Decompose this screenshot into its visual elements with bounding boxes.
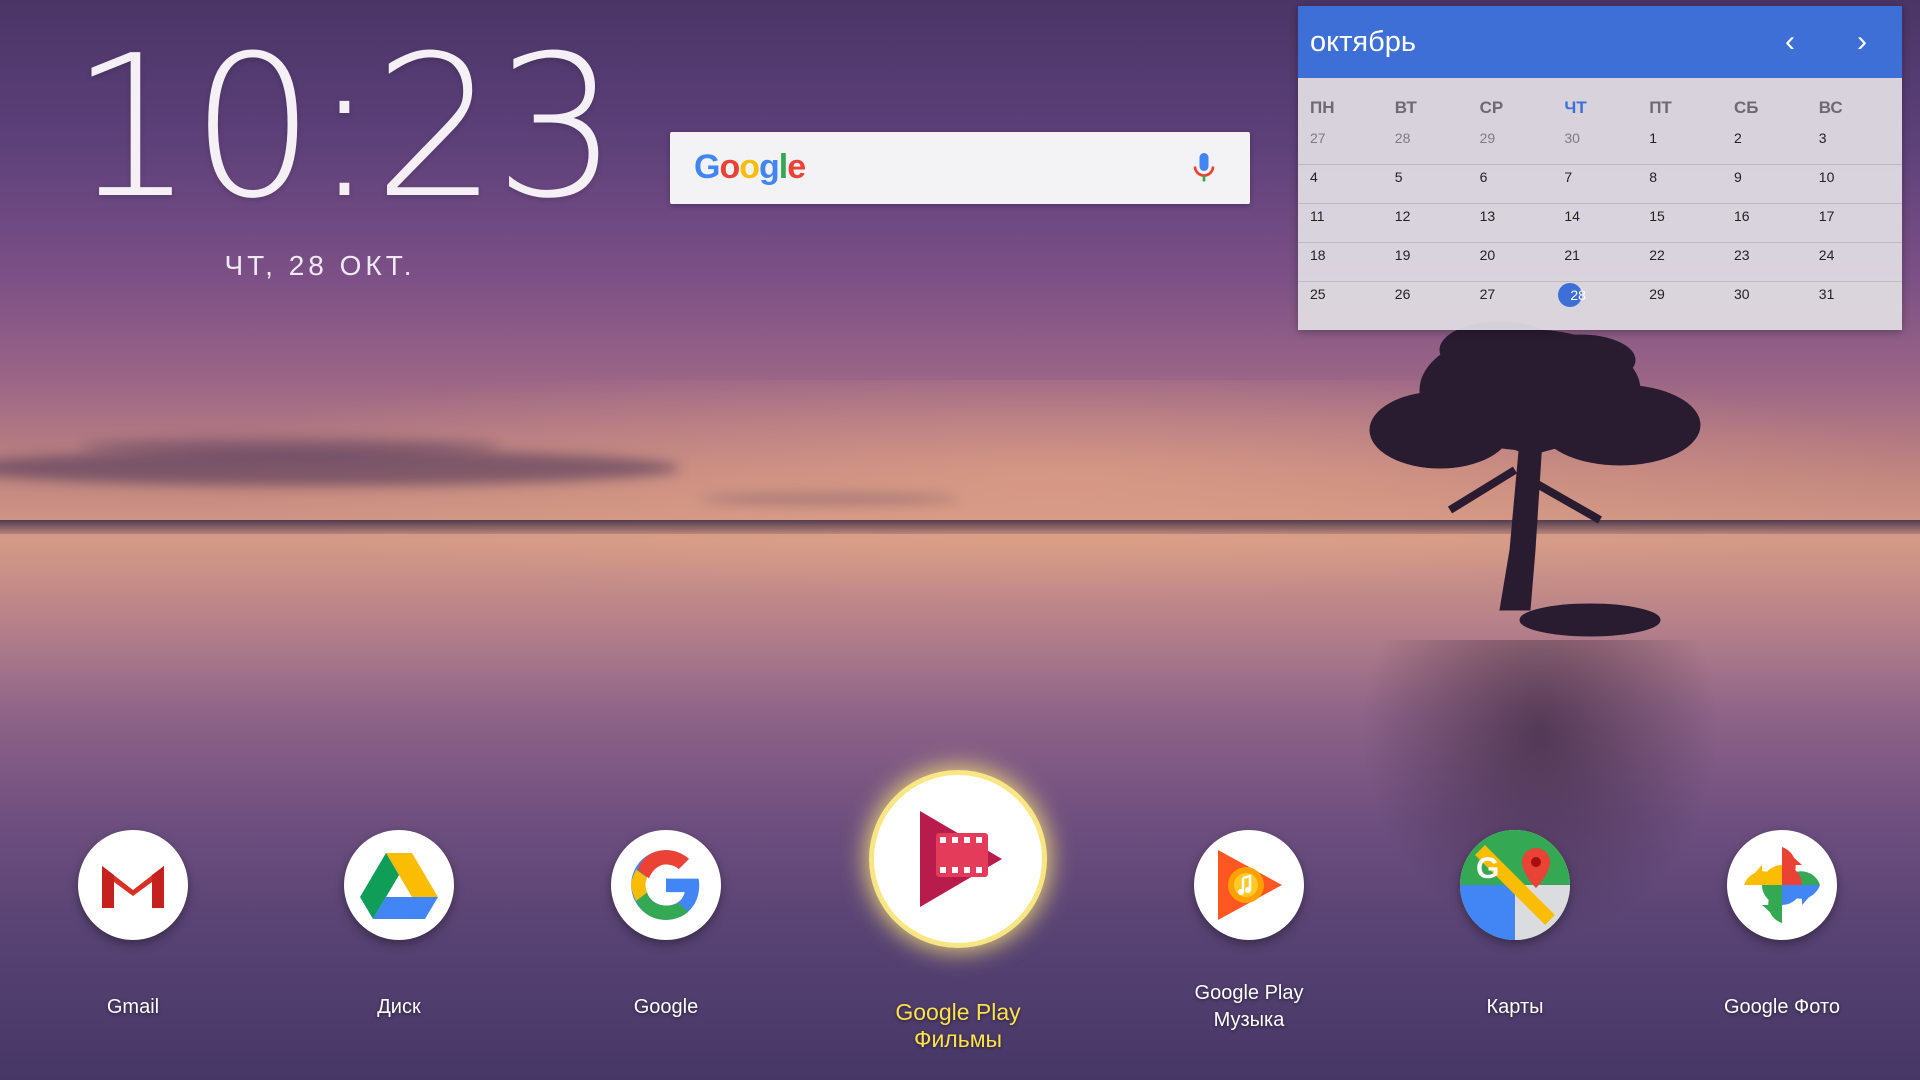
- app-label: Google: [633, 996, 699, 1018]
- google-logo: Google: [694, 148, 806, 187]
- weekday-label: СР: [1479, 98, 1504, 117]
- calendar-week-row: 18 19 20 21 22 23 24: [1298, 243, 1902, 282]
- calendar-day[interactable]: 29: [1637, 286, 1722, 302]
- app-label: Карты: [1486, 996, 1544, 1018]
- app-label: Google Play Фильмы: [895, 999, 1021, 1052]
- google-search-bar[interactable]: Google: [670, 132, 1250, 204]
- app-play-music[interactable]: Google Play Музыка: [1149, 830, 1349, 1034]
- app-label-line: Музыка: [1213, 1009, 1285, 1031]
- photos-icon[interactable]: [1727, 830, 1837, 940]
- calendar-week-row: 4 5 6 7 8 9 10: [1298, 165, 1902, 204]
- app-play-movies[interactable]: Google Play Фильмы: [858, 775, 1058, 1053]
- tree-silhouette: [1369, 321, 1701, 637]
- calendar-widget: октябрь ‹ › ПН ВТ СР ЧТ ПТ СБ ВС 27 28 29 30 1 2 3 4 5…: [1298, 6, 1902, 330]
- weekday-label: СБ: [1733, 98, 1759, 117]
- calendar-day[interactable]: 6: [1468, 169, 1553, 185]
- calendar-day[interactable]: 7: [1552, 169, 1637, 185]
- calendar-day[interactable]: 3: [1807, 130, 1892, 146]
- maps-icon[interactable]: G: [1460, 830, 1570, 940]
- calendar-day[interactable]: 16: [1722, 208, 1807, 224]
- app-label: Google Фото: [1724, 996, 1840, 1018]
- play-music-icon[interactable]: [1194, 830, 1304, 940]
- app-maps[interactable]: G Карты: [1415, 830, 1615, 1021]
- calendar-day[interactable]: 11: [1298, 208, 1383, 224]
- calendar-day[interactable]: 30: [1722, 286, 1807, 302]
- calendar-day[interactable]: 8: [1637, 169, 1722, 185]
- app-photos[interactable]: Google Фото: [1682, 830, 1882, 1021]
- app-drive[interactable]: Диск: [299, 830, 499, 1021]
- chevron-left-icon[interactable]: ‹: [1772, 24, 1808, 60]
- weekday-label: ВС: [1818, 98, 1843, 117]
- play-movies-icon[interactable]: [874, 775, 1042, 943]
- drive-icon[interactable]: [344, 830, 454, 940]
- clock-time: 10:23: [70, 14, 619, 242]
- app-label: Диск: [377, 996, 421, 1018]
- google-logo-letter: g: [759, 148, 780, 186]
- app-label-line: Google Play: [1194, 982, 1304, 1004]
- gmail-icon[interactable]: [78, 830, 188, 940]
- calendar-week-row: 25 26 27 28 29 30 31: [1298, 282, 1902, 321]
- svg-text:G: G: [1476, 852, 1499, 885]
- calendar-day[interactable]: 26: [1383, 286, 1468, 302]
- calendar-day[interactable]: 24: [1807, 247, 1892, 263]
- calendar-day[interactable]: 9: [1722, 169, 1807, 185]
- mic-icon[interactable]: [1186, 150, 1222, 186]
- calendar-day[interactable]: 17: [1807, 208, 1892, 224]
- calendar-day[interactable]: 10: [1807, 169, 1892, 185]
- weekday-label: ПН: [1310, 98, 1335, 117]
- calendar-day[interactable]: 13: [1468, 208, 1553, 224]
- calendar-week-row: 27 28 29 30 1 2 3: [1298, 126, 1902, 165]
- calendar-day[interactable]: 21: [1552, 247, 1637, 263]
- calendar-day[interactable]: 12: [1383, 208, 1468, 224]
- calendar-day[interactable]: 29: [1468, 130, 1553, 146]
- weekday-label: ПТ: [1649, 98, 1672, 117]
- cloud: [80, 438, 500, 456]
- calendar-day[interactable]: 27: [1468, 286, 1553, 302]
- app-google[interactable]: Google: [566, 830, 766, 1021]
- calendar-day[interactable]: 1: [1637, 130, 1722, 146]
- calendar-month: октябрь: [1310, 26, 1416, 58]
- weekday-label: ВТ: [1394, 98, 1417, 117]
- google-logo-letter: o: [739, 148, 760, 186]
- google-logo-letter: e: [787, 148, 806, 186]
- calendar-day[interactable]: 5: [1383, 169, 1468, 185]
- calendar-day[interactable]: 23: [1722, 247, 1807, 263]
- calendar-day[interactable]: 31: [1807, 286, 1892, 302]
- calendar-grid: 27 28 29 30 1 2 3 4 5 6 7 8 9 10 11 12 13 14 15 16 17 18 19 20 2…: [1298, 126, 1902, 321]
- calendar-day[interactable]: 15: [1637, 208, 1722, 224]
- calendar-day[interactable]: 2: [1722, 130, 1807, 146]
- weekday-label: ЧТ: [1564, 98, 1587, 117]
- calendar-day[interactable]: 18: [1298, 247, 1383, 263]
- calendar-day[interactable]: 20: [1468, 247, 1553, 263]
- chevron-right-icon[interactable]: ›: [1844, 24, 1880, 60]
- app-label: Google Play Музыка: [1149, 980, 1349, 1034]
- calendar-day[interactable]: 14: [1552, 208, 1637, 224]
- google-logo-letter: o: [719, 148, 740, 186]
- calendar-day[interactable]: 28: [1383, 130, 1468, 146]
- google-logo-letter: l: [778, 148, 789, 186]
- app-label: Gmail: [106, 996, 160, 1018]
- calendar-day[interactable]: 19: [1383, 247, 1468, 263]
- calendar-day[interactable]: 27: [1298, 130, 1383, 146]
- today-marker[interactable]: 28: [1558, 283, 1586, 307]
- cloud: [700, 494, 960, 504]
- calendar-day[interactable]: 30: [1552, 130, 1637, 146]
- calendar-day[interactable]: 4: [1298, 169, 1383, 185]
- google-logo-letter: G: [694, 148, 720, 186]
- calendar-day[interactable]: 25: [1298, 286, 1383, 302]
- calendar-header: октябрь ‹ ›: [1298, 6, 1902, 78]
- calendar-day[interactable]: 28: [1552, 283, 1637, 307]
- calendar-weekdays: ПН ВТ СР ЧТ ПТ СБ ВС: [1298, 98, 1902, 118]
- clock-date: ЧТ, 28 ОКТ.: [224, 250, 416, 281]
- app-gmail[interactable]: Gmail: [33, 830, 233, 1021]
- google-icon[interactable]: [611, 830, 721, 940]
- calendar-day[interactable]: 22: [1637, 247, 1722, 263]
- calendar-week-row: 11 12 13 14 15 16 17: [1298, 204, 1902, 243]
